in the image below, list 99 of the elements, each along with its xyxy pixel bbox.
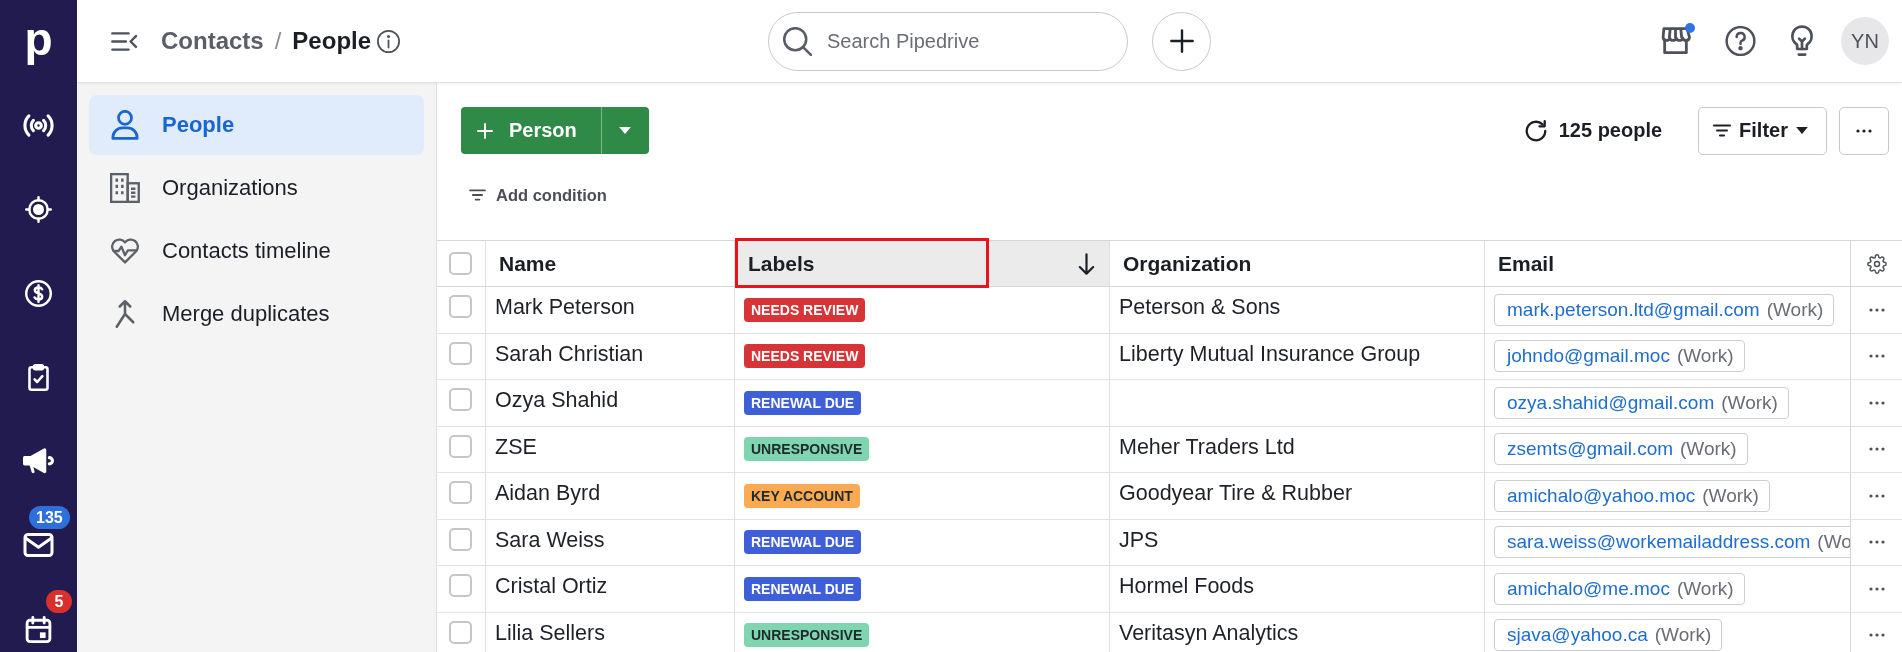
person-name: Lilia Sellers (495, 620, 605, 646)
row-checkbox[interactable] (449, 620, 472, 644)
person-name: Mark Peterson (495, 295, 635, 321)
calendar-icon[interactable] (23, 615, 54, 643)
label-tag: NEEDS REVIEW (744, 344, 866, 369)
people-count: 125 people (1558, 119, 1663, 142)
filter-icon (1713, 124, 1732, 137)
column-header[interactable]: Labels (735, 241, 1110, 286)
more-icon[interactable] (1868, 447, 1885, 452)
label-tag: NEEDS REVIEW (744, 297, 866, 322)
row-checkbox[interactable] (449, 388, 472, 412)
email-type: (Work) (1766, 298, 1824, 321)
organization-name: Goodyear Tire & Rubber (1119, 481, 1353, 507)
megaphone-icon[interactable] (23, 447, 54, 475)
row-checkbox[interactable] (449, 574, 472, 598)
arrow-down-icon[interactable] (1078, 252, 1095, 275)
organization-name: Hormel Foods (1119, 574, 1254, 600)
email-link[interactable]: sjava@yahoo.ca (1507, 624, 1648, 647)
organization-name: Meher Traders Ltd (1119, 434, 1295, 460)
more-icon (1856, 128, 1872, 133)
person-name: Ozya Shahid (495, 388, 619, 414)
email-type: (Work) (1702, 484, 1759, 507)
row-checkbox[interactable] (449, 481, 472, 505)
email-link[interactable]: johndo@gmail.moc (1507, 345, 1670, 368)
person-icon (110, 110, 140, 140)
email-link[interactable]: mark.peterson.ltd@gmail.com (1507, 298, 1760, 321)
filter-button[interactable]: Filter (1698, 106, 1827, 155)
row-checkbox[interactable] (449, 341, 472, 365)
sidebar-item[interactable]: Merge duplicates (89, 284, 424, 344)
more-icon[interactable] (1868, 540, 1885, 545)
more-icon[interactable] (1868, 633, 1885, 638)
collapse-sidebar-icon[interactable] (111, 31, 138, 51)
label-tag: KEY ACCOUNT (744, 483, 860, 508)
add-person-button[interactable]: Person (461, 107, 601, 154)
person-name: Cristal Ortiz (495, 574, 608, 600)
breadcrumb-link[interactable]: Contacts (161, 27, 264, 55)
email-link[interactable]: amichalo@me.moc (1507, 577, 1670, 600)
mail-icon[interactable] (23, 533, 54, 557)
column-header[interactable]: Organization (1110, 241, 1485, 286)
label-tag: RENEWAL DUE (744, 576, 862, 601)
email-type: (Work) (1654, 624, 1712, 647)
organization-name: Peterson & Sons (1119, 295, 1281, 321)
email-link[interactable]: sara.weiss@workemailaddress.com (1507, 531, 1811, 554)
help-icon[interactable] (1725, 26, 1756, 56)
search-icon (783, 26, 812, 56)
settings-icon[interactable] (1866, 253, 1887, 274)
store-icon[interactable] (1660, 26, 1691, 56)
heart-pulse-icon (110, 236, 140, 266)
organization-name: JPS (1119, 527, 1159, 553)
person-name: Sarah Christian (495, 341, 644, 367)
email-type: (Work) (1721, 391, 1778, 414)
search-field[interactable]: Search Pipedrive (768, 11, 1128, 71)
label-tag: UNRESPONSIVE (744, 623, 870, 648)
more-icon[interactable] (1868, 354, 1885, 359)
user-avatar[interactable]: YN (1841, 17, 1889, 65)
refresh-icon[interactable] (1524, 119, 1547, 142)
email-type: (Work) (1676, 577, 1734, 600)
more-icon[interactable] (1868, 586, 1885, 591)
organization-name: Veritasyn Analytics (1119, 620, 1299, 646)
email-type: (Work) (1676, 345, 1734, 368)
page-title: People (292, 27, 372, 55)
count-badge: 5 (46, 590, 72, 613)
email-link[interactable]: ozya.shahid@gmail.com (1507, 391, 1715, 414)
email-link[interactable]: amichalo@yahoo.moc (1507, 484, 1696, 507)
organization-name: Liberty Mutual Insurance Group (1119, 341, 1421, 367)
email-link[interactable]: zsemts@gmail.com (1507, 438, 1674, 461)
person-name: Aidan Byrd (495, 481, 601, 507)
dollar-icon[interactable] (23, 279, 54, 307)
plus-icon (477, 122, 493, 139)
more-icon[interactable] (1868, 493, 1885, 498)
row-checkbox[interactable] (449, 527, 472, 551)
label-tag: RENEWAL DUE (744, 530, 862, 555)
plus-icon (1169, 29, 1194, 53)
column-header[interactable]: Name (486, 241, 735, 286)
row-checkbox[interactable] (449, 434, 472, 458)
row-checkbox[interactable] (449, 295, 472, 319)
caret-icon (1796, 127, 1808, 134)
lightbulb-icon[interactable] (1790, 25, 1814, 57)
building-icon (110, 173, 140, 203)
add-condition-button[interactable]: Add condition (469, 185, 607, 205)
breadcrumb-separator: / (274, 27, 282, 55)
sidebar-item[interactable]: Organizations (89, 158, 424, 218)
sidebar-item[interactable]: People (89, 95, 424, 155)
label-tag: RENEWAL DUE (744, 390, 862, 415)
column-header[interactable]: Email (1485, 241, 1850, 286)
select-all-checkbox[interactable] (449, 252, 472, 275)
caret-icon (619, 127, 632, 134)
more-icon[interactable] (1868, 400, 1885, 405)
info-icon[interactable] (377, 29, 401, 53)
person-name: ZSE (495, 434, 537, 460)
email-type: (Work) (1680, 438, 1737, 461)
sidebar-item[interactable]: Contacts timeline (89, 221, 424, 281)
broadcast-icon[interactable] (23, 111, 54, 139)
target-icon[interactable] (23, 195, 54, 223)
filter-icon (469, 189, 486, 201)
more-icon[interactable] (1868, 307, 1885, 312)
count-badge: 135 (29, 506, 70, 529)
person-name: Sara Weiss (495, 527, 605, 553)
label-tag: UNRESPONSIVE (744, 437, 870, 462)
